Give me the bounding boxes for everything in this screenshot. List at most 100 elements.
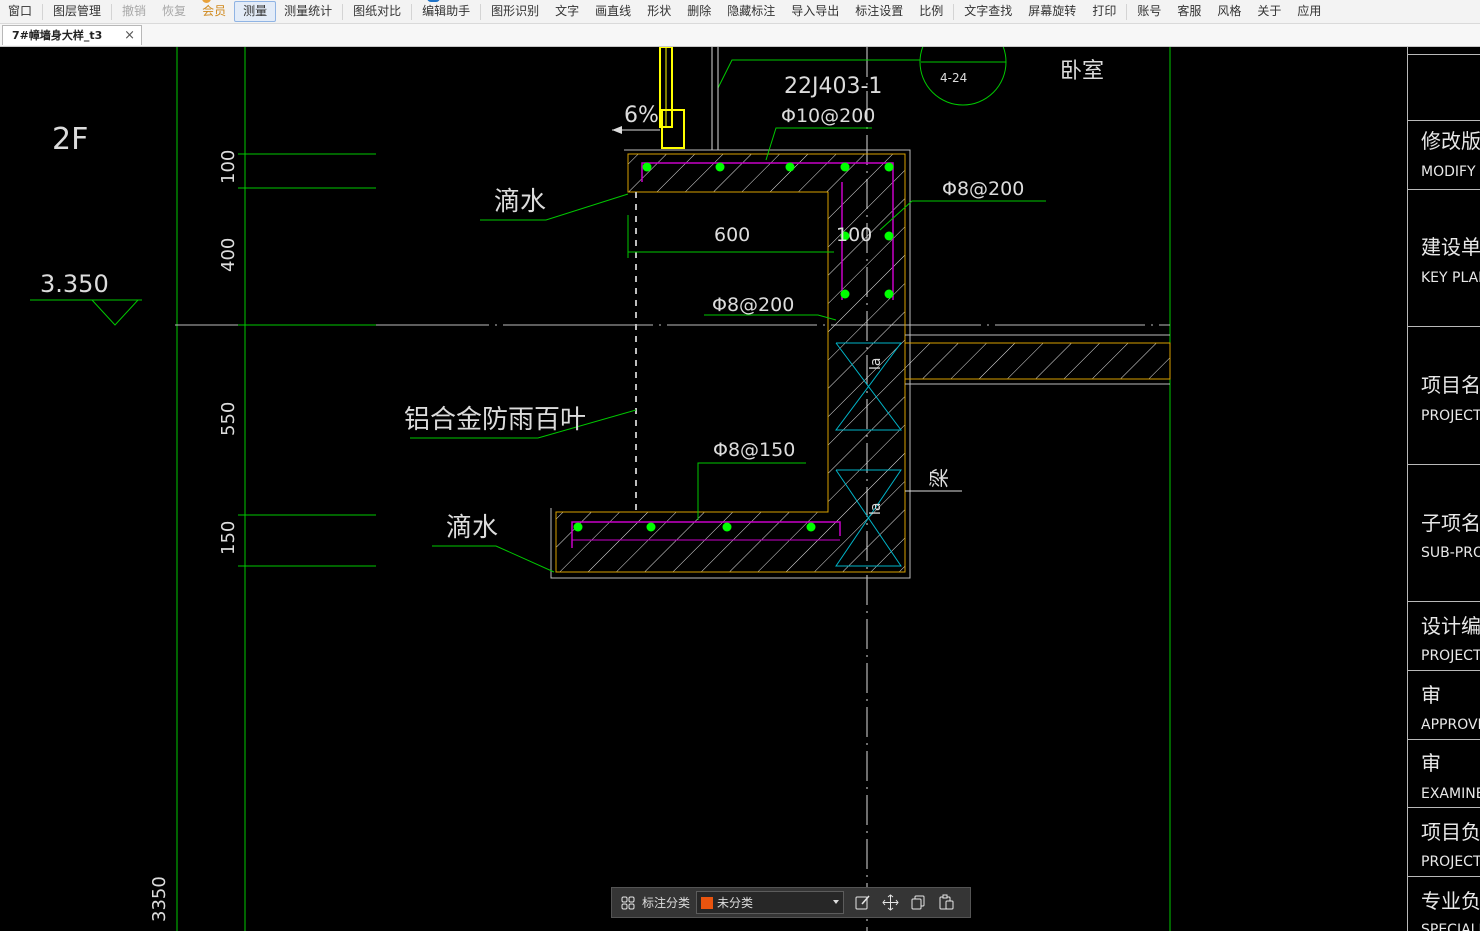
rebar-dot (840, 289, 850, 299)
drawing-canvas[interactable]: 2F 3.350 100 400 550 150 3350 4-24 22J40… (0, 47, 1407, 931)
speciality-lead-label-en: SPECIALITY (1421, 922, 1480, 931)
dim-550: 550 (218, 402, 239, 436)
document-tab[interactable]: 7#幛墙身大样_t3 × (2, 25, 142, 45)
menu-measure[interactable]: 测量 (234, 1, 277, 22)
menu-line[interactable]: 画直线 (587, 1, 639, 22)
rebar-label-top: Φ10@200 (781, 105, 875, 127)
callout-ref: 4-24 (940, 71, 967, 85)
menu-window[interactable]: 窗口 (0, 1, 40, 22)
modify-label-en: MODIFY NO. (1421, 164, 1480, 180)
design-no-label-en: PROJECT NO. (1421, 648, 1480, 664)
project-lead-label-en: PROJECT (1421, 854, 1480, 870)
move-icon[interactable] (878, 891, 902, 915)
paste-icon[interactable] (934, 891, 958, 915)
menu-edit-assistant-label: 编辑助手 (422, 4, 471, 18)
menu-style[interactable]: 风格 (1209, 1, 1249, 22)
rebar-dot (722, 522, 732, 532)
speciality-lead-label-zh: 专业负责 (1421, 889, 1480, 913)
menu-layer-manager[interactable]: 图层管理 (45, 1, 109, 22)
menu-apps[interactable]: 应用 (1289, 1, 1329, 22)
leader-line (697, 462, 806, 520)
title-block-divider (1407, 120, 1480, 121)
annotation-category-select[interactable]: 未分类 (696, 891, 845, 914)
close-icon[interactable]: × (124, 26, 135, 46)
approved-label-zh: 审 (1421, 683, 1441, 707)
dim-150: 150 (218, 521, 239, 555)
rebar-dot (884, 289, 894, 299)
la-label: la (868, 358, 884, 370)
annotation-toolbar: 标注分类 未分类 (611, 887, 971, 918)
title-block-divider (1407, 189, 1480, 190)
dim-100-inner: 100 (836, 224, 872, 246)
edit-icon[interactable] (850, 891, 874, 915)
floor-label: 2F (52, 122, 88, 157)
room-label: 卧室 (1060, 59, 1104, 84)
la-label: la (868, 503, 884, 515)
menu-member-label: 会员 (202, 4, 227, 18)
subproject-label-en: SUB-PROJECT (1421, 545, 1480, 561)
rebar-dot (573, 522, 583, 532)
approved-label-en: APPROVED (1421, 717, 1480, 733)
title-block-divider (1407, 601, 1480, 602)
menu-text[interactable]: 文字 (547, 1, 587, 22)
document-tab-title: 7#幛墙身大样_t3 (12, 29, 103, 42)
menu-print[interactable]: 打印 (1084, 1, 1124, 22)
menu-undo[interactable]: 撤销 (114, 1, 154, 22)
menu-scale[interactable]: 比例 (911, 1, 951, 22)
menu-member[interactable]: 会员 (194, 0, 234, 22)
menu-about[interactable]: 关于 (1249, 1, 1289, 22)
rebar-dot (785, 162, 795, 172)
title-block-divider (1407, 54, 1480, 55)
rebar-dot (642, 162, 652, 172)
beam-label: 梁 (927, 468, 951, 488)
leader-line (432, 545, 555, 573)
design-no-label-zh: 设计编号 (1421, 614, 1480, 638)
examined-label-zh: 审 (1421, 751, 1441, 775)
slope-label: 6% (624, 103, 659, 128)
menu-edit-assistant[interactable]: 编辑助手 (414, 0, 478, 22)
menu-delete[interactable]: 删除 (679, 1, 719, 22)
dim-3350: 3350 (149, 876, 170, 922)
drip-label-bottom: 滴水 (446, 513, 498, 543)
menu-shape[interactable]: 形状 (639, 1, 679, 22)
menu-annotation-settings[interactable]: 标注设置 (847, 1, 911, 22)
menu-recognize[interactable]: 图形识别 (483, 1, 547, 22)
member-crown-icon (202, 0, 212, 3)
menu-support[interactable]: 客服 (1169, 1, 1209, 22)
menu-rotate-screen[interactable]: 屏幕旋转 (1020, 1, 1084, 22)
menu-hide-annotations[interactable]: 隐藏标注 (719, 1, 783, 22)
elevation-label: 3.350 (40, 270, 109, 298)
floor-slab (904, 342, 1171, 380)
copy-icon[interactable] (906, 891, 930, 915)
menu-text-search[interactable]: 文字查找 (956, 1, 1020, 22)
menu-bar: 窗口 图层管理 撤销 恢复 会员 测量 测量统计 图纸对比 编辑助手 图形识别 … (0, 0, 1480, 24)
document-tab-bar: 7#幛墙身大样_t3 × (0, 24, 1480, 47)
menu-separator (411, 3, 413, 20)
menu-separator (953, 3, 955, 20)
drip-label-top: 滴水 (494, 187, 546, 217)
menu-compare[interactable]: 图纸对比 (345, 1, 409, 22)
concrete-section (555, 153, 906, 573)
category-color-swatch (701, 896, 714, 909)
annotation-category-value: 未分类 (717, 896, 754, 910)
annotation-category-label: 标注分类 (642, 896, 691, 910)
title-block: 修改版次 MODIFY NO. 建设单位 KEY PLAN 项目名称 PROJE… (1407, 47, 1480, 931)
rebar-dot (806, 522, 816, 532)
client-label-en: KEY PLAN (1421, 270, 1480, 286)
dim-600: 600 (714, 224, 750, 246)
slope-arrowhead (612, 126, 622, 134)
louver-label: 铝合金防雨百叶 (404, 405, 586, 435)
menu-account[interactable]: 账号 (1129, 1, 1169, 22)
chevron-down-icon (833, 900, 840, 904)
rebar-dot (840, 162, 850, 172)
menu-import-export[interactable]: 导入导出 (783, 1, 847, 22)
menu-redo[interactable]: 恢复 (154, 1, 194, 22)
menu-measure-stats[interactable]: 测量统计 (276, 1, 340, 22)
title-block-divider (1407, 326, 1480, 327)
grid-icon[interactable] (616, 891, 640, 915)
project-lead-label-zh: 项目负责 (1421, 820, 1480, 844)
elevation-triangle (91, 299, 139, 326)
new-badge-icon (427, 0, 441, 2)
detail-ref-label: 22J403-1 (784, 74, 882, 99)
rebar-label-bottom: Φ8@150 (713, 439, 795, 461)
